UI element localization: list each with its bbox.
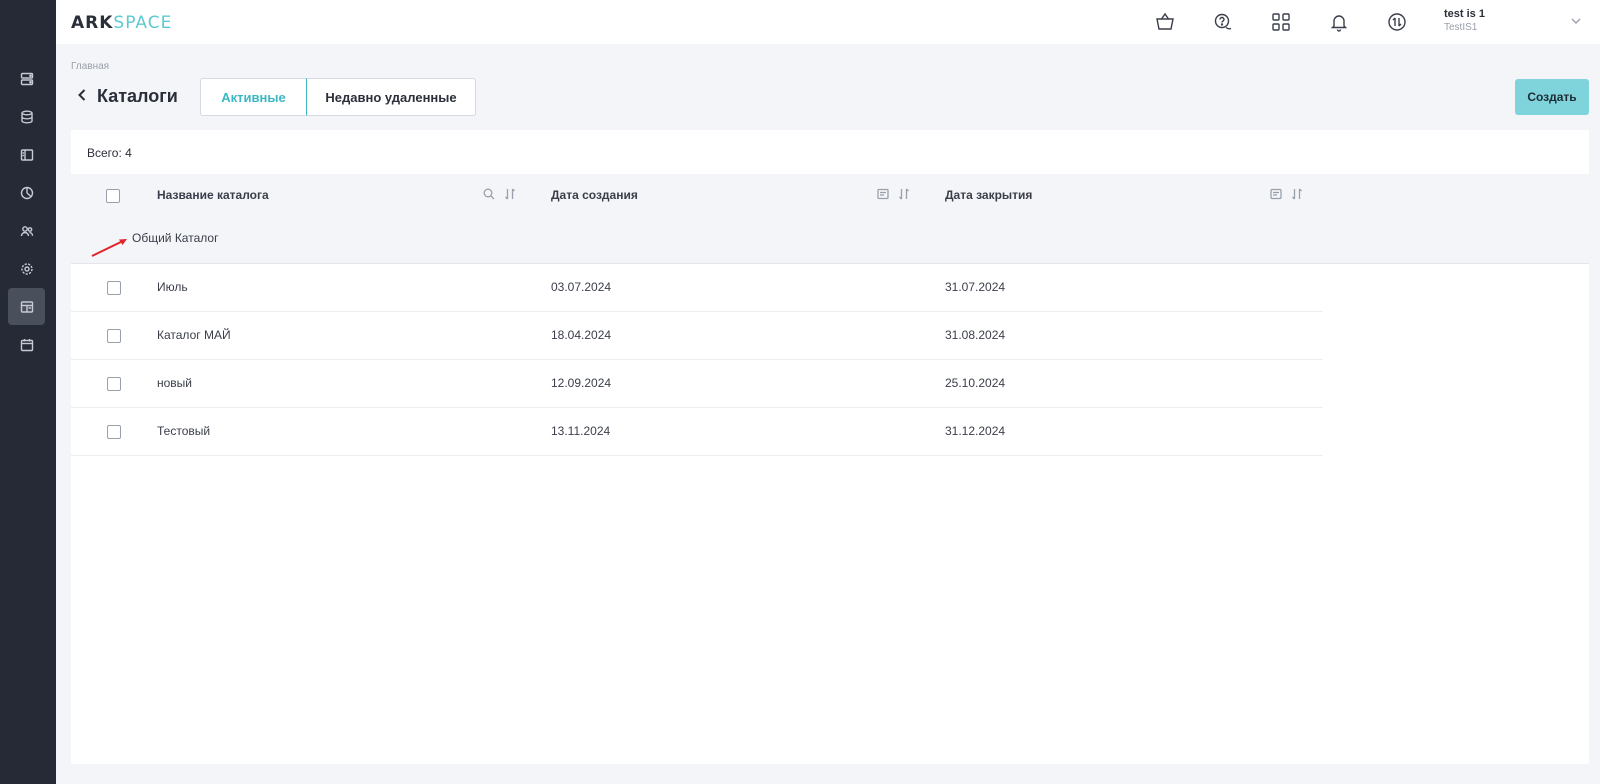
annotation-arrow: [91, 239, 127, 257]
tab-recently-deleted[interactable]: Недавно удаленные: [307, 78, 476, 116]
sidebar-item-calendar[interactable]: [8, 326, 45, 363]
logo-space: SPACE: [113, 13, 173, 33]
user-name: test is 1: [1444, 8, 1485, 20]
pie-chart-icon: [20, 186, 33, 199]
apps-grid-button[interactable]: [1270, 11, 1292, 33]
table-row[interactable]: Июль 03.07.2024 31.07.2024: [71, 264, 1323, 312]
sidebar-item-database[interactable]: [8, 98, 45, 135]
table-row[interactable]: Тестовый 13.11.2024 31.12.2024: [71, 408, 1323, 456]
user-organization: TestIS1: [1444, 22, 1478, 33]
breadcrumb[interactable]: Главная: [71, 61, 109, 72]
notifications-button[interactable]: [1328, 11, 1350, 33]
chevron-down-icon: [1571, 18, 1581, 24]
server-icon: [20, 72, 33, 85]
created-date: 12.09.2024: [551, 376, 612, 390]
basket-icon: [1156, 12, 1174, 30]
sort-icon[interactable]: [898, 188, 910, 200]
created-date: 03.07.2024: [551, 280, 612, 294]
column-created-actions: [877, 188, 910, 200]
basket-button[interactable]: [1154, 11, 1176, 33]
layout-icon: [20, 148, 33, 161]
sync-icon: [1388, 13, 1406, 31]
closed-date: 31.08.2024: [945, 328, 1006, 342]
column-header-closed: Дата закрытия: [945, 188, 1033, 202]
help-chat-button[interactable]: [1212, 11, 1234, 33]
column-name-actions: [483, 188, 516, 200]
catalog-name[interactable]: Каталог МАЙ: [157, 328, 231, 342]
search-icon[interactable]: [483, 188, 495, 200]
sidebar-item-layout[interactable]: [8, 136, 45, 173]
sidebar: [0, 0, 56, 784]
tabs: Активные Недавно удаленные: [200, 78, 476, 116]
gear-icon: [20, 262, 33, 275]
bell-icon: [1330, 15, 1348, 32]
row-checkbox[interactable]: [107, 329, 121, 343]
users-icon: [20, 225, 33, 236]
row-checkbox[interactable]: [107, 425, 121, 439]
user-menu[interactable]: test is 1 TestIS1: [1444, 8, 1485, 33]
top-header: ARKSPACE test is 1 TestIS1: [56, 0, 1600, 44]
catalogs-table-card: Всего: 4 Название каталога Дата создания…: [71, 130, 1589, 764]
sidebar-item-settings[interactable]: [8, 250, 45, 287]
catalog-name[interactable]: новый: [157, 376, 192, 390]
sort-icon[interactable]: [1291, 188, 1303, 200]
date-filter-icon[interactable]: [1270, 188, 1282, 200]
closed-date: 31.12.2024: [945, 424, 1006, 438]
select-all-checkbox[interactable]: [106, 189, 120, 203]
table-header: Название каталога Дата создания Дата зак…: [71, 174, 1589, 264]
logo-ark: ARK: [71, 13, 114, 33]
row-checkbox[interactable]: [107, 377, 121, 391]
tab-active[interactable]: Активные: [200, 78, 307, 116]
closed-date: 25.10.2024: [945, 376, 1006, 390]
closed-date: 31.07.2024: [945, 280, 1006, 294]
table-row[interactable]: новый 12.09.2024 25.10.2024: [71, 360, 1323, 408]
calendar-icon: [20, 338, 33, 351]
catalog-name[interactable]: Тестовый: [157, 424, 210, 438]
user-menu-toggle[interactable]: [1570, 14, 1582, 32]
create-button[interactable]: Создать: [1515, 79, 1589, 115]
page-title: Каталоги: [97, 86, 178, 106]
catalog-name[interactable]: Июль: [157, 280, 188, 294]
sidebar-item-reports[interactable]: [8, 174, 45, 211]
sidebar-item-servers[interactable]: [8, 60, 45, 97]
date-filter-icon[interactable]: [877, 188, 889, 200]
row-checkbox[interactable]: [107, 281, 121, 295]
sync-button[interactable]: [1386, 11, 1408, 33]
apps-grid-icon: [1272, 13, 1290, 31]
column-header-created: Дата создания: [551, 188, 638, 202]
help-chat-icon: [1214, 13, 1232, 30]
catalog-icon: [20, 300, 33, 313]
sidebar-item-users[interactable]: [8, 212, 45, 249]
created-date: 13.11.2024: [551, 424, 611, 438]
sort-icon[interactable]: [504, 188, 516, 200]
logo[interactable]: ARKSPACE: [71, 13, 172, 33]
sidebar-item-catalogs[interactable]: [8, 288, 45, 325]
column-closed-actions: [1270, 188, 1303, 200]
column-header-name: Название каталога: [157, 188, 269, 202]
group-label: Общий Каталог: [132, 231, 219, 245]
total-count: Всего: 4: [87, 146, 132, 160]
database-icon: [20, 110, 33, 124]
table-row[interactable]: Каталог МАЙ 18.04.2024 31.08.2024: [71, 312, 1323, 360]
back-button[interactable]: [75, 88, 89, 107]
chevron-left-icon: [78, 89, 86, 101]
created-date: 18.04.2024: [551, 328, 612, 342]
